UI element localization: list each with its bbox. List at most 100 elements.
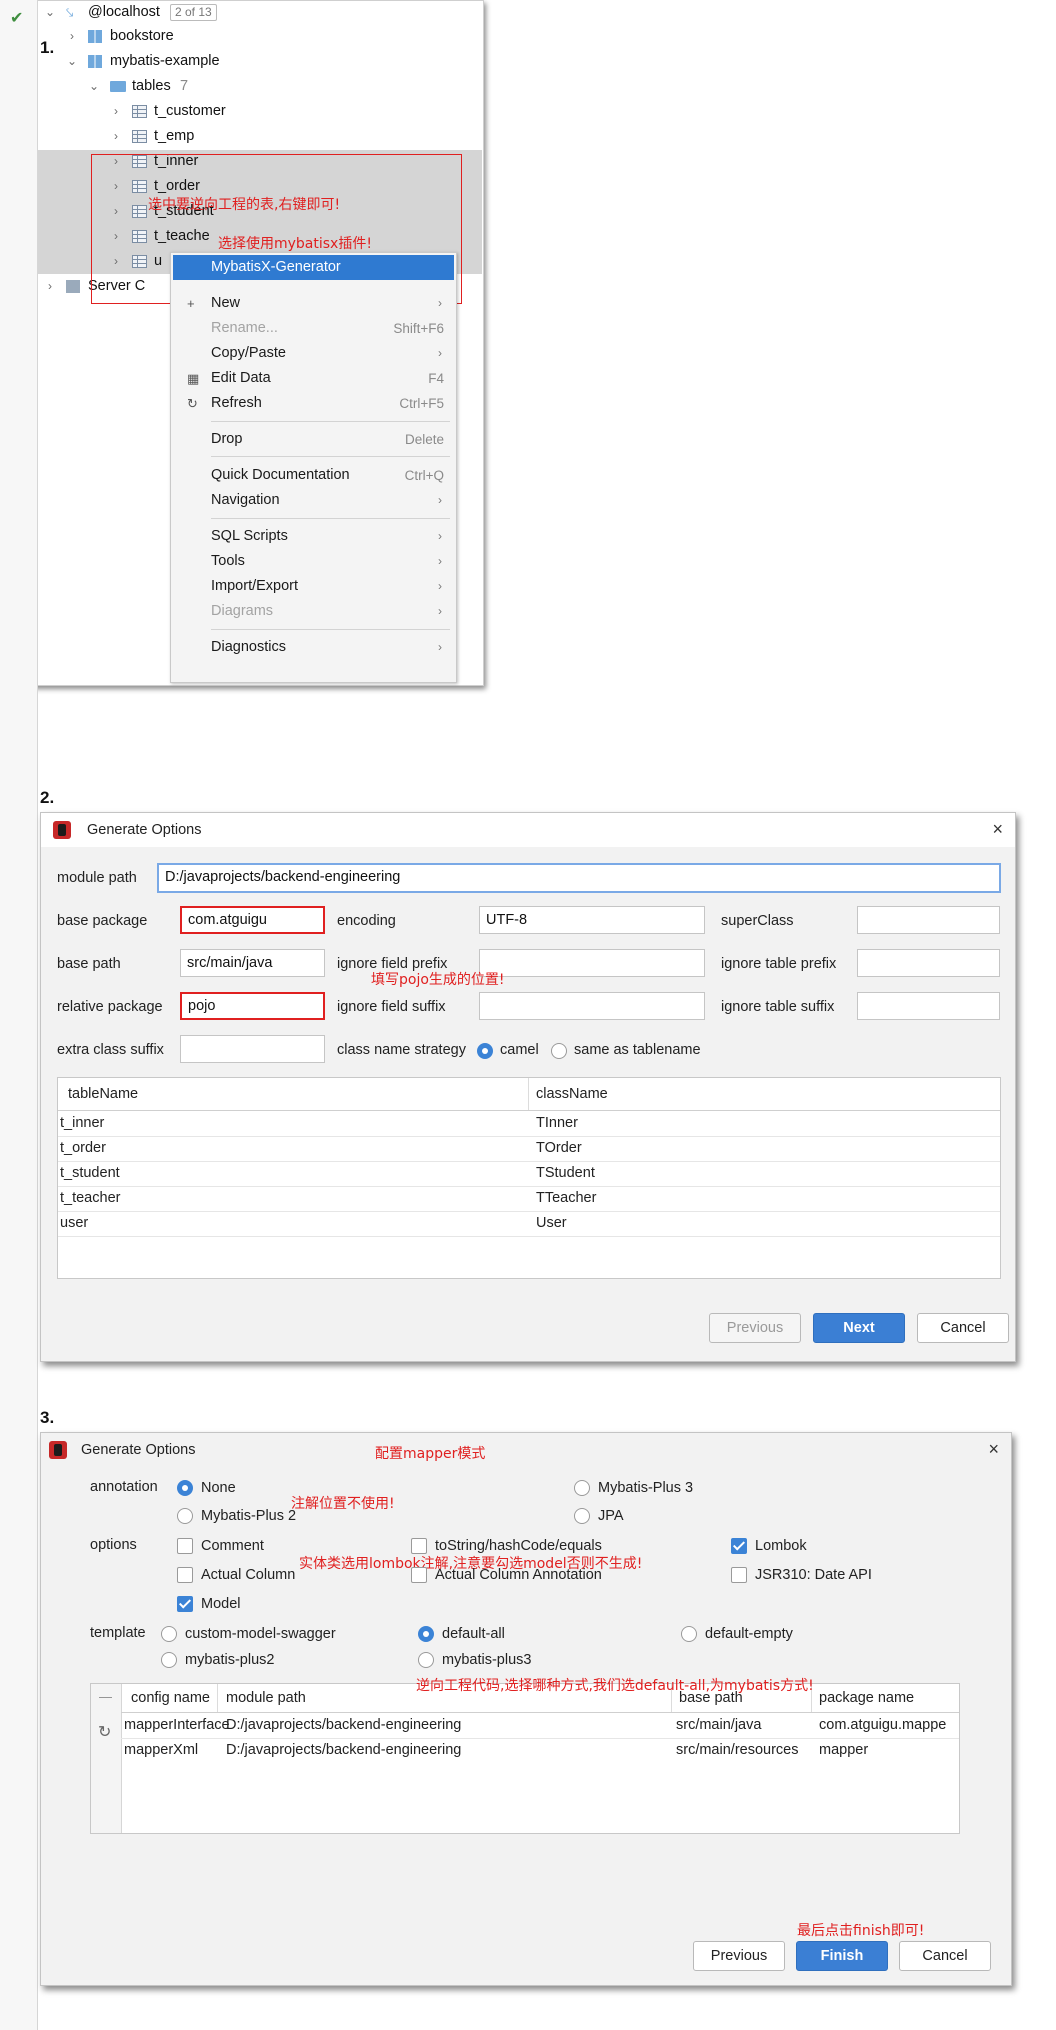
menu-item-rename[interactable]: Rename... Shift+F6 xyxy=(171,316,456,341)
chevron-right-icon: › xyxy=(438,554,442,568)
checkbox-jsr310[interactable] xyxy=(731,1567,747,1583)
class-name-strategy-label: class name strategy xyxy=(337,1042,466,1058)
base-path-label: base path xyxy=(57,956,121,972)
checkbox-actual-column[interactable] xyxy=(177,1567,193,1583)
previous-button[interactable]: Previous xyxy=(693,1941,785,1971)
menu-item-diagrams[interactable]: Diagrams › xyxy=(171,599,456,624)
module-path-input[interactable]: D:/javaprojects/backend-engineering xyxy=(157,863,1001,893)
chevron-down-icon[interactable]: ⌄ xyxy=(88,74,100,99)
previous-button[interactable]: Previous xyxy=(709,1313,801,1343)
menu-item-import-export[interactable]: Import/Export › xyxy=(171,574,456,599)
menu-item-diagnostics[interactable]: Diagnostics › xyxy=(171,635,456,660)
annotation-label: annotation xyxy=(90,1479,158,1495)
menu-item-quick-documentation[interactable]: Quick Documentation Ctrl+Q xyxy=(171,463,456,488)
table-row[interactable]: t_teacher TTeacher xyxy=(58,1186,1000,1211)
ignore-table-suffix-input[interactable] xyxy=(857,992,1000,1020)
finish-button[interactable]: Finish xyxy=(796,1941,888,1971)
checkbox-comment-label: Comment xyxy=(201,1538,264,1554)
column-header-tablename: tableName xyxy=(68,1086,139,1102)
checkbox-comment[interactable] xyxy=(177,1538,193,1554)
menu-item-refresh[interactable]: ↻ Refresh Ctrl+F5 xyxy=(171,391,456,416)
radio-annotation-none[interactable] xyxy=(177,1480,193,1496)
extra-class-suffix-label: extra class suffix xyxy=(57,1042,164,1058)
close-icon[interactable]: × xyxy=(988,1439,999,1460)
chevron-right-icon[interactable]: › xyxy=(44,274,56,299)
chevron-down-icon[interactable]: ⌄ xyxy=(66,49,78,74)
radio-mybatis-plus-2[interactable] xyxy=(177,1508,193,1524)
menu-item-navigation[interactable]: Navigation › xyxy=(171,488,456,513)
radio-default-empty[interactable] xyxy=(681,1626,697,1642)
table-row[interactable]: user User xyxy=(58,1211,1000,1236)
checkbox-lombok[interactable] xyxy=(731,1538,747,1554)
menu-item-tools[interactable]: Tools › xyxy=(171,549,456,574)
grid-icon: ▦ xyxy=(187,371,200,386)
ignore-field-prefix-input[interactable] xyxy=(479,949,705,977)
tree-label: mybatis-example xyxy=(110,53,220,69)
radio-mybatis-plus-3[interactable] xyxy=(574,1480,590,1496)
options-label: options xyxy=(90,1537,137,1553)
column-header-config-name: config name xyxy=(131,1690,210,1706)
chevron-right-icon[interactable]: › xyxy=(66,24,78,49)
extra-class-suffix-input[interactable] xyxy=(180,1035,325,1063)
refresh-icon[interactable]: ↻ xyxy=(98,1722,111,1742)
radio-camel[interactable] xyxy=(477,1043,493,1059)
table-icon xyxy=(132,130,147,143)
radio-mybatis-plus3[interactable] xyxy=(418,1652,434,1668)
column-header-package-name: package name xyxy=(819,1690,915,1706)
ignore-table-prefix-input[interactable] xyxy=(857,949,1000,977)
module-path-label: module path xyxy=(57,870,137,886)
checkbox-tostring[interactable] xyxy=(411,1538,427,1554)
annotation-click-finish: 最后点击finish即可! xyxy=(797,1923,925,1939)
menu-item-new[interactable]: + New › xyxy=(171,291,456,316)
checkbox-actual-column-annotation[interactable] xyxy=(411,1567,427,1583)
remove-icon[interactable]: — xyxy=(99,1689,112,1704)
radio-mybatis-plus2[interactable] xyxy=(161,1652,177,1668)
mybatisx-app-icon xyxy=(53,821,71,839)
superclass-input[interactable] xyxy=(857,906,1000,934)
table-row[interactable]: t_inner TInner xyxy=(58,1111,1000,1136)
radio-default-all-label: default-all xyxy=(442,1626,505,1642)
ignore-table-suffix-label: ignore table suffix xyxy=(721,999,835,1015)
menu-item-drop[interactable]: Drop Delete xyxy=(171,427,456,452)
menu-item-mybatisx-generator[interactable]: MybatisX-Generator xyxy=(173,255,454,280)
menu-item-edit-data[interactable]: ▦ Edit Data F4 xyxy=(171,366,456,391)
radio-same-as-tablename[interactable] xyxy=(551,1043,567,1059)
checkbox-actual-column-annotation-label: Actual Column Annotation xyxy=(435,1567,602,1583)
table-row[interactable]: mapperXml D:/javaprojects/backend-engine… xyxy=(121,1738,959,1763)
base-package-label: base package xyxy=(57,913,148,929)
base-package-input[interactable]: com.atguigu xyxy=(180,906,325,934)
chevron-right-icon[interactable]: › xyxy=(110,99,122,124)
close-icon[interactable]: × xyxy=(992,819,1003,840)
chevron-right-icon: › xyxy=(438,493,442,507)
radio-default-all[interactable] xyxy=(418,1626,434,1642)
dialog-titlebar: Generate Options × xyxy=(41,813,1015,847)
checkbox-model[interactable] xyxy=(177,1596,193,1612)
annotation-no-annotation: 注解位置不使用! xyxy=(291,1496,395,1512)
ignore-field-suffix-input[interactable] xyxy=(479,992,705,1020)
check-icon: ✔ xyxy=(10,10,24,27)
chevron-right-icon: › xyxy=(438,579,442,593)
menu-separator xyxy=(211,456,450,457)
menu-item-copy-paste[interactable]: Copy/Paste › xyxy=(171,341,456,366)
menu-item-sql-scripts[interactable]: SQL Scripts › xyxy=(171,524,456,549)
next-button[interactable]: Next xyxy=(813,1313,905,1343)
tree-label: tables xyxy=(132,78,171,94)
chevron-down-icon[interactable]: ⌄ xyxy=(44,0,56,25)
ignore-table-prefix-label: ignore table prefix xyxy=(721,956,837,972)
table-row[interactable]: t_order TOrder xyxy=(58,1136,1000,1161)
radio-mybatis-plus3-label: mybatis-plus3 xyxy=(442,1652,532,1668)
table-row[interactable]: t_student TStudent xyxy=(58,1161,1000,1186)
table-row[interactable]: mapperInterface D:/javaprojects/backend-… xyxy=(121,1713,959,1738)
cancel-button[interactable]: Cancel xyxy=(899,1941,991,1971)
table-icon xyxy=(132,105,147,118)
radio-default-empty-label: default-empty xyxy=(705,1626,793,1642)
radio-jpa[interactable] xyxy=(574,1508,590,1524)
radio-custom-model-swagger[interactable] xyxy=(161,1626,177,1642)
cancel-button[interactable]: Cancel xyxy=(917,1313,1009,1343)
base-path-input[interactable]: src/main/java xyxy=(180,949,325,977)
chevron-right-icon: › xyxy=(438,529,442,543)
encoding-label: encoding xyxy=(337,913,396,929)
encoding-input[interactable]: UTF-8 xyxy=(479,906,705,934)
chevron-right-icon[interactable]: › xyxy=(110,124,122,149)
relative-package-input[interactable]: pojo xyxy=(180,992,325,1020)
